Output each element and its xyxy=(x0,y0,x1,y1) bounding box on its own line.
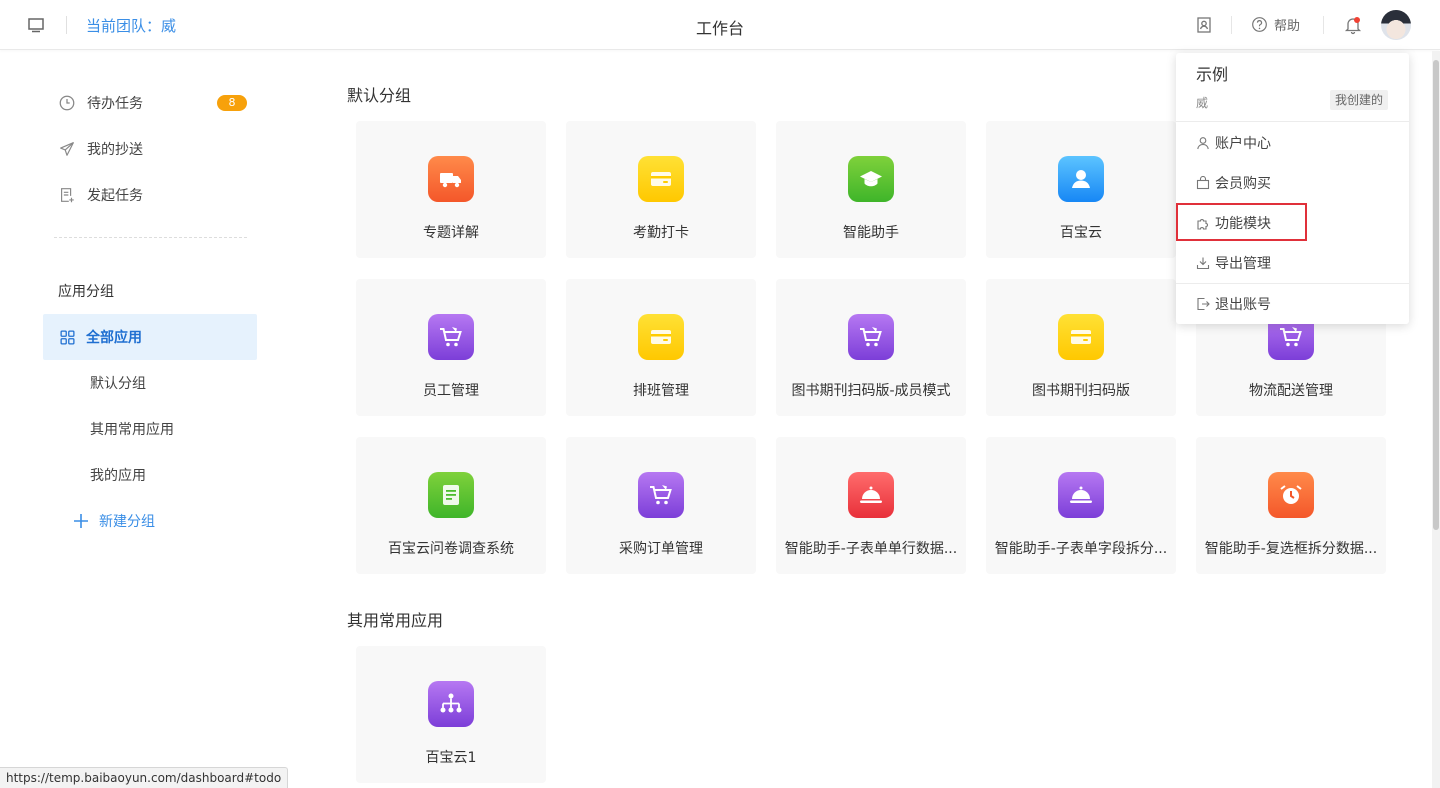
add-document-icon xyxy=(61,188,74,203)
app-card[interactable]: 智能助手-子表单单行数据... xyxy=(776,437,966,574)
sidebar-item-label: 待办任务 xyxy=(87,96,143,112)
page-title: 工作台 xyxy=(695,19,744,38)
app-card-label: 专题详解 xyxy=(423,225,479,241)
header-divider xyxy=(1231,16,1232,34)
paper-plane-icon xyxy=(60,142,74,156)
dropdown-divider xyxy=(1176,121,1409,122)
app-card-label: 百宝云 xyxy=(1060,225,1102,241)
sidebar-group-mine[interactable]: 我的应用 xyxy=(90,465,146,485)
graduation-cap-icon xyxy=(848,156,894,202)
sidebar-item-label: 全部应用 xyxy=(86,330,142,346)
app-card-label: 百宝云1 xyxy=(425,750,477,766)
sidebar-item-label: 我的抄送 xyxy=(87,142,143,158)
sidebar-divider xyxy=(54,237,247,238)
new-group-label: 新建分组 xyxy=(99,514,155,530)
section-title-common: 其用常用应用 xyxy=(347,611,444,630)
bell-icon[interactable] xyxy=(1343,15,1363,35)
section-title-default: 默认分组 xyxy=(347,86,412,105)
menu-item-account-center[interactable]: 账户中心 xyxy=(1196,133,1271,153)
todo-count-badge: 8 xyxy=(217,95,247,111)
app-card[interactable]: 智能助手 xyxy=(776,121,966,258)
app-card-label: 图书期刊扫码版 xyxy=(1032,383,1130,399)
truck-icon xyxy=(428,156,474,202)
menu-item-label: 导出管理 xyxy=(1215,256,1271,272)
menu-item-logout[interactable]: 退出账号 xyxy=(1196,294,1271,314)
app-card[interactable]: 图书期刊扫码版 xyxy=(986,279,1176,416)
sidebar-item-cc[interactable]: 我的抄送 xyxy=(58,137,143,161)
sidebar-item-all-apps[interactable]: 全部应用 xyxy=(43,314,257,360)
plus-icon xyxy=(74,514,88,528)
app-card[interactable]: 百宝云问卷调查系统 xyxy=(356,437,546,574)
app-group-heading: 应用分组 xyxy=(58,284,114,300)
sidebar-item-start-task[interactable]: 发起任务 xyxy=(58,183,143,207)
cloche-icon xyxy=(1058,472,1104,518)
app-card[interactable]: 百宝云 xyxy=(986,121,1176,258)
app-card-label: 百宝云问卷调查系统 xyxy=(388,541,514,557)
card-icon xyxy=(1058,314,1104,360)
sidebar-item-todo[interactable]: 待办任务 xyxy=(58,91,143,115)
dropdown-divider xyxy=(1176,283,1409,284)
user-icon xyxy=(1058,156,1104,202)
app-card-label: 智能助手-子表单单行数据... xyxy=(784,541,958,557)
user-dropdown-menu: 示例 威 我创建的 账户中心 会员购买 功能模块 导出管理 退出账号 xyxy=(1176,53,1409,324)
app-card-label: 智能助手 xyxy=(843,225,899,241)
clock-icon xyxy=(59,95,75,111)
cart-icon xyxy=(638,472,684,518)
app-card-label: 排班管理 xyxy=(633,383,689,399)
menu-item-label: 会员购买 xyxy=(1215,176,1271,192)
question-icon xyxy=(1252,17,1267,32)
cloche-icon xyxy=(848,472,894,518)
app-card-label: 员工管理 xyxy=(423,383,479,399)
sidebar-group-common[interactable]: 其用常用应用 xyxy=(90,419,174,439)
cart-icon xyxy=(428,314,474,360)
grid-icon xyxy=(60,329,75,345)
menu-item-membership[interactable]: 会员购买 xyxy=(1196,173,1271,193)
app-card-label: 图书期刊扫码版-成员模式 xyxy=(791,383,951,399)
new-group-button[interactable]: 新建分组 xyxy=(73,511,155,531)
sidebar-group-default[interactable]: 默认分组 xyxy=(90,373,146,393)
menu-item-label: 退出账号 xyxy=(1215,297,1271,313)
help-button[interactable]: 帮助 xyxy=(1251,15,1300,34)
app-card-label: 智能助手-子表单字段拆分... xyxy=(994,541,1168,557)
header-divider xyxy=(1323,16,1324,34)
app-card-label: 考勤打卡 xyxy=(633,225,689,241)
document-icon xyxy=(428,472,474,518)
app-card[interactable]: 排班管理 xyxy=(566,279,756,416)
top-header: 当前团队：威 工作台 帮助 xyxy=(0,0,1440,50)
org-chart-icon xyxy=(428,681,474,727)
app-card[interactable]: 员工管理 xyxy=(356,279,546,416)
card-icon xyxy=(638,314,684,360)
app-card[interactable]: 考勤打卡 xyxy=(566,121,756,258)
notification-dot xyxy=(1354,17,1360,23)
creator-tag: 我创建的 xyxy=(1330,90,1388,110)
user-icon xyxy=(1197,137,1209,150)
help-label: 帮助 xyxy=(1274,19,1301,34)
status-url: https://temp.baibaoyun.com/dashboard#tod… xyxy=(0,767,289,788)
contacts-icon[interactable] xyxy=(1194,15,1214,35)
logout-icon xyxy=(1197,297,1210,311)
avatar[interactable] xyxy=(1381,10,1411,40)
menu-item-export[interactable]: 导出管理 xyxy=(1196,253,1271,273)
download-icon xyxy=(1196,257,1210,270)
scrollbar-thumb[interactable] xyxy=(1433,60,1439,530)
shopping-bag-icon xyxy=(1196,176,1210,190)
dropdown-team-name: 示例 xyxy=(1196,65,1229,84)
app-card[interactable]: 智能助手-子表单字段拆分... xyxy=(986,437,1176,574)
dropdown-username: 威 xyxy=(1196,96,1209,110)
alarm-clock-icon xyxy=(1268,472,1314,518)
cart-icon xyxy=(848,314,894,360)
app-card[interactable]: 图书期刊扫码版-成员模式 xyxy=(776,279,966,416)
app-card[interactable]: 采购订单管理 xyxy=(566,437,756,574)
app-card-label: 智能助手-复选框拆分数据... xyxy=(1204,541,1378,557)
app-card-label: 物流配送管理 xyxy=(1249,383,1333,399)
sidebar-item-label: 发起任务 xyxy=(87,188,143,204)
app-card[interactable]: 智能助手-复选框拆分数据... xyxy=(1196,437,1386,574)
highlight-box xyxy=(1176,203,1307,241)
app-card[interactable]: 专题详解 xyxy=(356,121,546,258)
app-card[interactable]: 百宝云1 xyxy=(356,646,546,783)
app-card-label: 采购订单管理 xyxy=(619,541,703,557)
menu-item-label: 账户中心 xyxy=(1215,136,1271,152)
card-icon xyxy=(638,156,684,202)
